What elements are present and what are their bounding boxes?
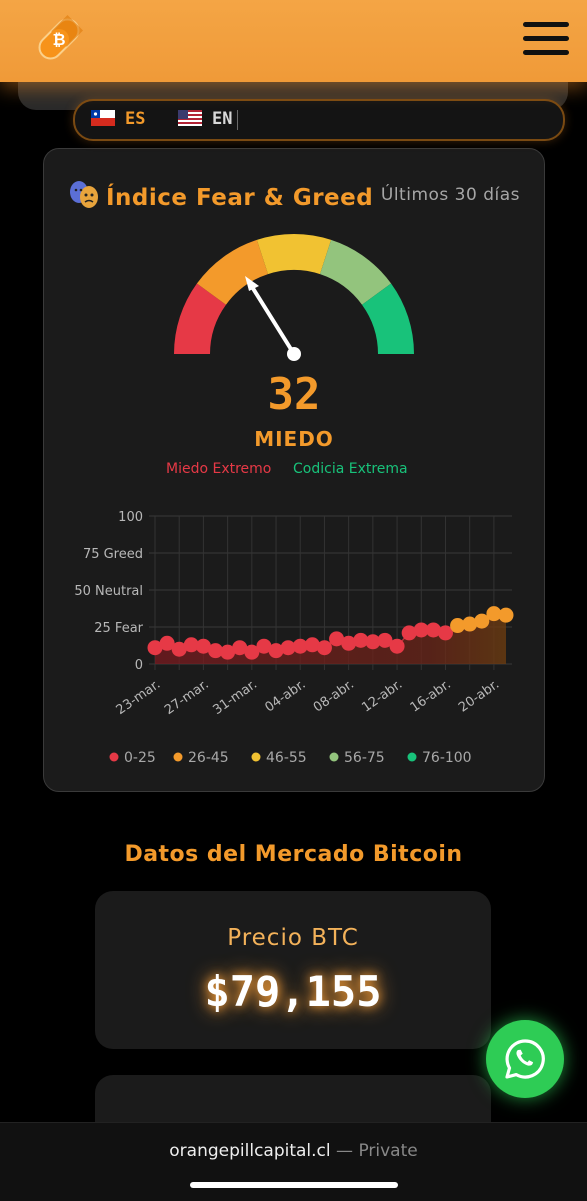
legend-marker [251,752,261,762]
language-option-es[interactable]: ES [91,109,145,129]
fear-greed-gauge [174,234,414,361]
browser-private-label: — Private [336,1141,418,1161]
x-tick-label: 31-mar. [210,677,260,718]
gauge-segment-neutral [256,234,332,275]
y-tick-label: 50 Neutral [74,584,143,599]
bitcoin-pill-icon[interactable]: ₿ [34,14,84,64]
chile-flag-icon [91,110,115,126]
whatsapp-icon[interactable] [486,1020,564,1098]
language-label-es: ES [125,109,146,129]
legend-label: 26-45 [188,750,229,766]
market-section-title: Datos del Mercado Bitcoin [124,842,463,867]
y-tick-label: 0 [135,658,143,673]
language-switcher: ES EN [73,99,565,141]
browser-bottom-bar: orangepillcapital.cl — Private [0,1122,587,1201]
top-header: ₿ [0,0,587,82]
y-tick-label: 75 Greed [83,547,143,562]
legend-marker [109,752,119,762]
fear-greed-subtitle: Últimos 30 días [380,185,520,205]
home-indicator[interactable] [190,1182,398,1188]
fear-greed-title-text: Índice Fear & Greed [106,185,374,211]
fear-greed-value: 32 [267,369,321,420]
y-tick-label: 25 Fear [94,621,143,636]
legend-marker [407,752,417,762]
fear-greed-title: Índice Fear & Greed [68,179,373,211]
x-tick-label: 04-abr. [262,677,308,716]
x-tick-label: 20-abr. [456,677,502,716]
data-point [316,640,332,656]
fear-greed-history-chart: 100 75 Greed 50 Neutral 25 Fear 0 23-mar.27-m… [74,510,514,766]
x-tick-label: 08-abr. [311,677,357,716]
extreme-fear-label: Miedo Extremo [166,461,272,477]
legend-label: 56-75 [344,750,385,766]
theater-masks-icon [68,179,100,211]
btc-price-label: Precio BTC [227,925,359,951]
legend-label: 76-100 [422,750,472,766]
svg-text:₿: ₿ [52,30,65,49]
x-tick-label: 27-mar. [162,677,212,718]
browser-url[interactable]: orangepillcapital.cl — Private [0,1141,587,1161]
legend-marker [329,752,339,762]
data-point [389,638,405,654]
legend-marker [173,752,183,762]
extreme-greed-label: Codicia Extrema [293,461,408,477]
fear-greed-label: MIEDO [254,427,334,451]
browser-domain: orangepillcapital.cl [169,1141,331,1161]
x-tick-label: 12-abr. [359,677,405,716]
x-tick-label: 16-abr. [408,677,454,716]
x-tick-label: 23-mar. [114,677,164,718]
usa-flag-icon [178,110,202,126]
y-tick-label: 100 [118,510,143,525]
legend-label: 46-55 [266,750,307,766]
btc-price-card: Precio BTC $79,155 [95,891,491,1049]
language-option-en[interactable]: EN [178,109,232,129]
language-label-en: EN [212,109,233,129]
legend-label: 0-25 [124,750,156,766]
data-point [498,607,514,623]
fear-greed-card: Índice Fear & Greed Últimos 30 días 32 M… [43,148,545,792]
language-divider [237,110,238,130]
hamburger-menu-icon[interactable] [523,22,569,60]
gauge-needle [245,276,296,356]
btc-price-value: $79,155 [204,967,382,1016]
